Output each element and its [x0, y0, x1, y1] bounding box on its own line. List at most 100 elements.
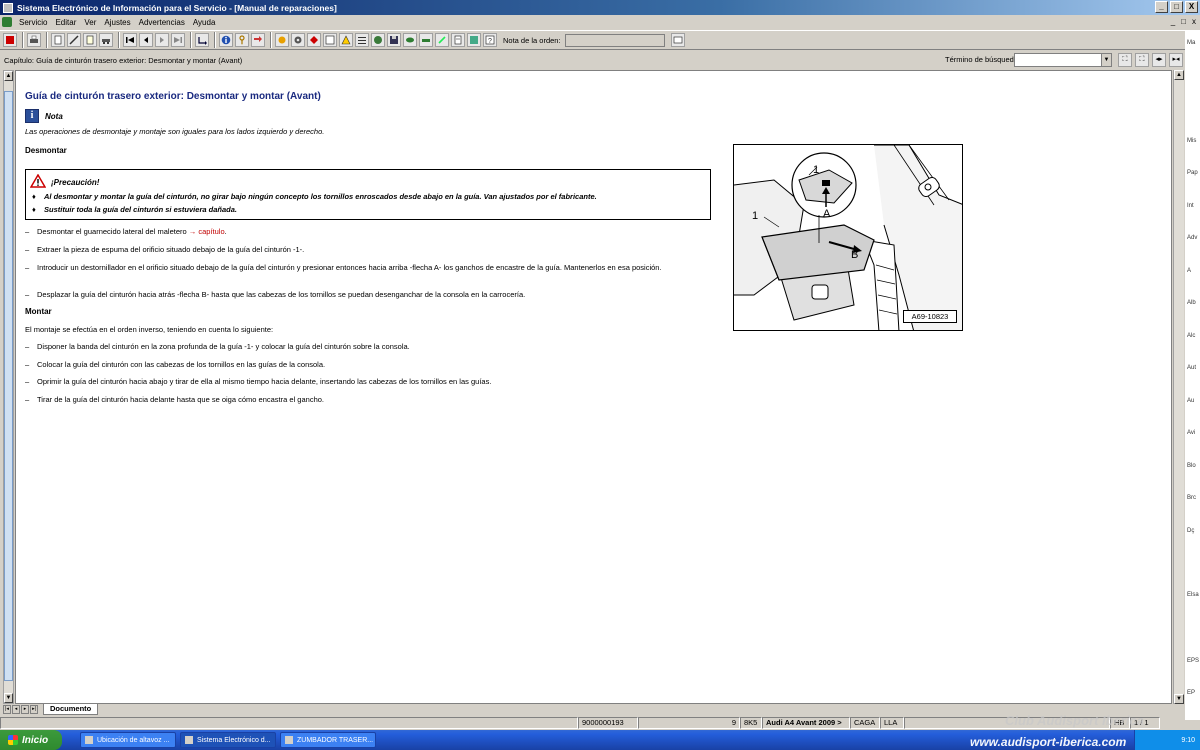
note-label: Nota [45, 112, 63, 121]
status-gearbox: LLA [880, 716, 904, 729]
order-note-button[interactable] [670, 33, 685, 47]
side-item[interactable]: EPS [1187, 658, 1199, 664]
scroll-up-icon[interactable]: ▲ [4, 71, 13, 81]
side-item[interactable]: Alb [1187, 300, 1196, 306]
side-item[interactable]: Pap [1187, 170, 1198, 176]
pen-icon[interactable] [435, 33, 449, 47]
search-back-icon[interactable]: ◂▸ [1152, 53, 1166, 67]
section-install-heading: Montar [25, 307, 52, 316]
chevron-down-icon[interactable]: ▼ [1101, 54, 1111, 66]
scroll-down-icon[interactable]: ▼ [4, 693, 13, 703]
side-item[interactable]: A [1187, 268, 1191, 274]
leaf-icon[interactable] [403, 33, 417, 47]
clipboard-icon[interactable] [451, 33, 465, 47]
sync-icon[interactable] [251, 33, 265, 47]
minimize-button[interactable]: _ [1155, 1, 1168, 13]
gear-icon[interactable] [291, 33, 305, 47]
next-page-icon[interactable] [155, 33, 169, 47]
figure-label-1: 1 [752, 210, 758, 222]
help-icon[interactable]: ? [483, 33, 497, 47]
tab-first-icon[interactable]: |◂ [3, 705, 11, 714]
side-item[interactable]: EP [1187, 690, 1195, 696]
diagnosis-icon[interactable] [307, 33, 321, 47]
svg-text:?: ? [488, 38, 492, 45]
caution-item: ♦ Al desmontar y montar la guía del cintu… [32, 192, 597, 201]
scroll-down-icon[interactable]: ▼ [1174, 694, 1184, 704]
menu-editar[interactable]: Editar [51, 18, 80, 27]
print-icon[interactable] [27, 33, 41, 47]
side-item[interactable]: Blo [1187, 463, 1196, 469]
side-item[interactable]: Mis [1187, 138, 1196, 144]
info-icon[interactable] [219, 33, 233, 47]
taskbar-item[interactable]: ZUMBADOR TRASER... [280, 732, 376, 748]
toolbar-separator [214, 32, 216, 48]
menu-servicio[interactable]: Servicio [15, 18, 51, 27]
taskbar-item[interactable]: Ubicación de altavoz ... [80, 732, 176, 748]
toolbar-separator [46, 32, 48, 48]
caution-item: ♦ Sustituir toda la guía del cinturón si … [32, 205, 237, 214]
edit-icon[interactable] [67, 33, 81, 47]
restore-button[interactable]: □ [1170, 1, 1183, 13]
new-document-icon[interactable] [51, 33, 65, 47]
side-item[interactable]: Ma [1187, 40, 1195, 46]
menu-ajustes[interactable]: Ajustes [100, 18, 134, 27]
side-item[interactable]: Elsa [1187, 592, 1199, 598]
scroll-up-icon[interactable]: ▲ [1174, 70, 1184, 80]
left-scrollbar[interactable]: ▲ ▼ [3, 70, 14, 704]
menu-ver[interactable]: Ver [80, 18, 100, 27]
taskbar-item[interactable]: Sistema Electrónico d... [180, 732, 276, 748]
side-item[interactable]: Dç [1187, 528, 1194, 534]
search-forward-icon[interactable]: ▸◂ [1169, 53, 1183, 67]
first-page-icon[interactable] [123, 33, 137, 47]
tab-last-icon[interactable]: ▸| [30, 705, 38, 714]
notes-icon[interactable] [467, 33, 481, 47]
chapter-link[interactable]: → capítulo [189, 227, 225, 236]
side-item[interactable]: Brc [1187, 495, 1196, 501]
last-page-icon[interactable] [171, 33, 185, 47]
document-icon[interactable] [83, 33, 97, 47]
mdi-minimize-button[interactable]: _ [1171, 17, 1175, 26]
save-icon[interactable] [387, 33, 401, 47]
toolbar: ? Nota de la orden: [0, 30, 1200, 50]
close-button[interactable]: X [1185, 1, 1198, 13]
side-item[interactable]: Avi [1187, 430, 1195, 436]
app-icon [85, 736, 93, 744]
order-note-input[interactable] [564, 33, 665, 47]
vehicle-icon[interactable] [419, 33, 433, 47]
menu-ayuda[interactable]: Ayuda [189, 18, 220, 27]
right-side-panel: Ma Mis Pap Int Adv A Alb Alc Aut Au Avi … [1185, 30, 1200, 720]
globe-icon[interactable] [371, 33, 385, 47]
scroll-thumb[interactable] [4, 91, 13, 681]
right-scrollbar[interactable]: ▲ ▼ [1173, 70, 1184, 704]
side-item[interactable]: Adv [1187, 235, 1197, 241]
car-icon[interactable] [99, 33, 113, 47]
start-button[interactable]: Inicio [0, 730, 62, 750]
list-icon[interactable] [355, 33, 369, 47]
club-watermark: Club Audisport Iberica [1005, 713, 1144, 728]
calendar-icon[interactable] [323, 33, 337, 47]
side-item[interactable]: Au [1187, 398, 1194, 404]
search-previous-icon[interactable]: ⛶ [1118, 53, 1132, 67]
side-item[interactable]: Int [1187, 203, 1194, 209]
warning-icon[interactable] [339, 33, 353, 47]
side-item[interactable]: Aut [1187, 365, 1196, 371]
search-input[interactable]: ▼ [1014, 53, 1112, 67]
tab-documento[interactable]: Documento [43, 704, 99, 715]
search-next-icon[interactable]: ⛶ [1135, 53, 1149, 67]
document-pane: Guía de cinturón trasero exterior: Desmo… [15, 70, 1172, 704]
system-tray: 9:10 [1134, 730, 1200, 750]
key-icon[interactable] [235, 33, 249, 47]
tools-icon[interactable] [275, 33, 289, 47]
caution-title: ¡Precaución! [51, 178, 100, 187]
remove-step: – Introducir un destornillador en el orif… [25, 263, 662, 272]
menu-advertencias[interactable]: Advertencias [135, 18, 189, 27]
tab-next-icon[interactable]: ▸ [21, 705, 29, 714]
exit-icon[interactable] [3, 33, 17, 47]
back-to-chapter-icon[interactable] [195, 33, 209, 47]
mdi-close-button[interactable]: x [1192, 17, 1196, 26]
window-titlebar: Sistema Electrónico de Información para … [0, 0, 1200, 15]
mdi-restore-button[interactable]: □ [1181, 17, 1186, 26]
tab-prev-icon[interactable]: ◂ [12, 705, 20, 714]
side-item[interactable]: Alc [1187, 333, 1195, 339]
previous-page-icon[interactable] [139, 33, 153, 47]
